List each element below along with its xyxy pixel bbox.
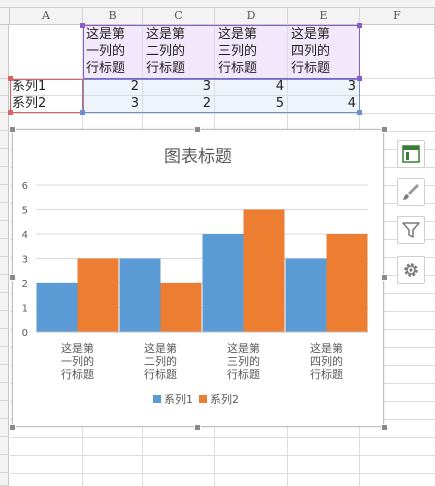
y-tick-label: 5 [22,206,28,217]
chart-resize-handle[interactable] [381,274,388,281]
range-handle[interactable] [357,76,362,81]
legend-label: 系列1 [164,392,193,406]
chart-title[interactable]: 图表标题 [164,147,232,167]
gear-icon [404,263,418,277]
chart-settings-button[interactable] [397,256,425,284]
bar-2-2 [160,283,202,332]
chart-styles-button[interactable] [397,178,425,206]
bar-1-2 [119,258,161,332]
bar-2-4 [326,234,368,332]
chart-frame[interactable]: 图表标题 0 1 2 3 4 5 6 这是第一列的行标题 这是第二列的行标题 这是第三列的行标题 这… [12,129,384,427]
y-tick-label: 3 [22,255,28,266]
row-header[interactable] [0,25,9,79]
column-header-f[interactable]: F [360,8,435,25]
y-tick-label: 6 [22,181,28,192]
label-range-outline [10,79,83,113]
chart-elements-button[interactable] [397,140,425,168]
chart-resize-handle[interactable] [194,424,201,431]
chart-resize-handle[interactable] [381,126,388,133]
column-header-c[interactable]: C [143,8,215,25]
bar-1-3 [202,234,244,332]
bar-2-3 [243,209,285,332]
range-handle[interactable] [357,110,362,115]
chart-filters-button[interactable] [397,216,425,244]
bar-1-1 [36,283,78,332]
bar-2-1 [77,258,119,332]
range-handle[interactable] [80,23,85,28]
bar-1-4 [285,258,327,332]
header-range-outline [83,25,360,79]
chart-resize-handle[interactable] [381,424,388,431]
chart-resize-handle[interactable] [9,126,16,133]
y-tick-label: 1 [22,304,28,315]
x-tick-label: 这是第四列的行标题 [310,341,343,381]
column-header-e[interactable]: E [288,8,360,25]
legend-swatch [199,395,207,403]
y-tick-label: 2 [22,279,28,290]
y-tick-label: 4 [22,230,28,241]
legend-swatch [153,395,161,403]
chart-resize-handle[interactable] [9,424,16,431]
row-header[interactable] [0,79,9,96]
x-tick-label: 这是第二列的行标题 [144,341,177,381]
filter-icon [402,222,420,238]
x-tick-label: 这是第三列的行标题 [227,341,260,381]
range-handle[interactable] [8,76,13,81]
column-header-d[interactable]: D [215,8,288,25]
brush-icon [403,184,419,200]
select-all-corner[interactable] [0,8,10,25]
cell-f1[interactable] [360,25,435,79]
x-tick-label: 这是第一列的行标题 [61,341,94,381]
legend-label: 系列2 [210,392,239,406]
chart-elements-icon [402,145,420,163]
range-handle[interactable] [80,110,85,115]
column-header-b[interactable]: B [83,8,143,25]
y-tick-label: 0 [22,328,28,339]
range-handle[interactable] [8,110,13,115]
top-strip [0,0,435,8]
cell-a1[interactable] [10,25,83,79]
row-header-rest[interactable] [0,113,9,486]
chart-resize-handle[interactable] [194,126,201,133]
chart-resize-handle[interactable] [9,274,16,281]
column-header-a[interactable]: A [10,8,83,25]
data-range-outline [83,79,360,113]
range-handle[interactable] [357,23,362,28]
bar-chart: 图表标题 0 1 2 3 4 5 6 这是第一列的行标题 这是第二列的行标题 这是第三列的行标题 这… [22,147,368,406]
